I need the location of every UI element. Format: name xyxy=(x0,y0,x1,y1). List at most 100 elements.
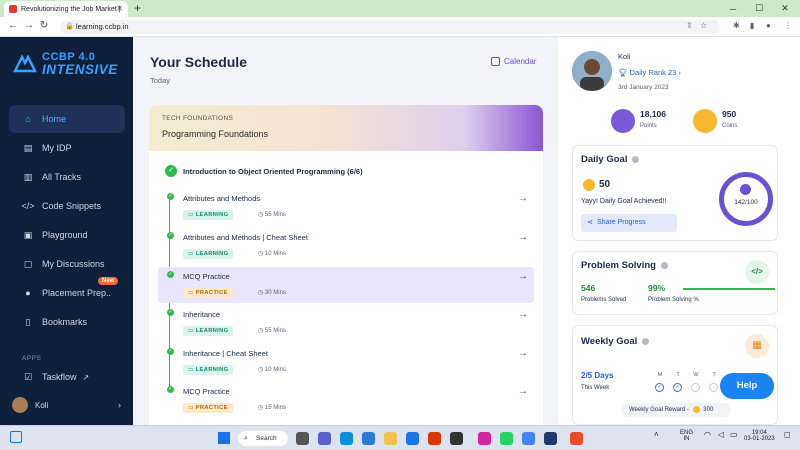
browser-tab[interactable]: Revolutionizing the Job Market | ✕ xyxy=(4,1,128,17)
windows-start-icon[interactable] xyxy=(218,432,230,444)
office-icon[interactable] xyxy=(428,432,441,445)
arrow-right-icon[interactable]: → xyxy=(518,232,528,243)
chat-app-icon[interactable] xyxy=(318,432,331,445)
new-tab-button[interactable]: + xyxy=(134,1,141,15)
sidebar-item-my-idp[interactable]: ▤ My IDP xyxy=(9,134,125,162)
file-explorer-icon[interactable] xyxy=(384,432,397,445)
clock[interactable]: 19:04 03-01-2023 xyxy=(744,430,775,442)
ccbp-logo[interactable]: CCBP 4.0 INTENSIVE xyxy=(12,49,127,79)
tab-close-icon[interactable]: ✕ xyxy=(116,4,123,13)
sidebar-item-home[interactable]: ⌂ Home xyxy=(9,105,125,133)
schedule-item[interactable]: ✓ MCQ Practice ▭ PRACTICE ◷ 15 Mins → xyxy=(158,382,534,418)
arrow-right-icon[interactable]: → xyxy=(518,348,528,359)
calendar-button[interactable]: Calendar xyxy=(491,57,536,66)
chevron-up-icon[interactable]: ˄ xyxy=(654,430,659,439)
chrome-icon[interactable] xyxy=(522,432,535,445)
sidebar-item-playground[interactable]: ▣ Playground xyxy=(9,221,125,249)
schedule-item[interactable]: ✓ MCQ Practice ▭ PRACTICE ◷ 30 Mins → xyxy=(158,267,534,303)
notifications-icon[interactable]: ◻ xyxy=(784,430,791,439)
item-complete-icon: ✓ xyxy=(167,386,174,393)
forward-button[interactable]: → xyxy=(24,20,34,31)
store-icon[interactable] xyxy=(362,432,375,445)
course-category: TECH FOUNDATIONS xyxy=(162,115,234,122)
schedule-item[interactable]: ✓ Attributes and Methods | Cheat Sheet ▭… xyxy=(158,228,534,264)
app-icon[interactable] xyxy=(570,432,583,445)
day-empty-icon xyxy=(691,383,700,392)
vscode-icon[interactable] xyxy=(544,432,557,445)
back-button[interactable]: ← xyxy=(8,20,18,31)
share-progress-button[interactable]: ⋖ Share Progress xyxy=(581,214,677,232)
arrow-right-icon[interactable]: → xyxy=(518,386,528,397)
sidebar-item-label: My IDP xyxy=(42,143,72,153)
sidebar-item-label: Playground xyxy=(42,230,88,240)
item-tag: ▭ LEARNING xyxy=(183,210,234,220)
daily-rank-link[interactable]: 🏆︎ Daily Rank 23 › xyxy=(618,68,681,77)
language-indicator[interactable]: ENG IN xyxy=(680,430,693,442)
url-input[interactable]: 🔒 learning.ccbp.in xyxy=(60,20,720,34)
item-complete-icon: ✓ xyxy=(167,193,174,200)
windows-taskbar: ⌕ Search ˄ ENG IN ◠ ◁ ▭ 19:04 03-01-2023… xyxy=(0,425,800,450)
code-icon: </> xyxy=(21,201,35,211)
item-tag: ▭ PRACTICE xyxy=(183,403,233,413)
lock-icon: 🔒 xyxy=(65,23,74,30)
schedule-item[interactable]: ✓ Attributes and Methods ▭ LEARNING ◷ 55… xyxy=(158,189,534,225)
new-badge: New xyxy=(98,277,119,285)
instagram-icon[interactable] xyxy=(478,432,491,445)
share-icon[interactable]: ⇪ xyxy=(686,21,693,30)
person-icon: ● xyxy=(25,288,31,298)
reload-button[interactable]: ↻ xyxy=(40,20,48,31)
sidebar-item-code-snippets[interactable]: </> Code Snippets xyxy=(9,192,125,220)
arrow-right-icon[interactable]: → xyxy=(518,193,528,204)
calendar-label: Calendar xyxy=(504,57,537,66)
dell-icon[interactable] xyxy=(450,432,463,445)
info-icon[interactable] xyxy=(632,155,640,163)
extensions-icon[interactable]: ✱ xyxy=(733,21,740,30)
volume-icon[interactable]: ◁ xyxy=(718,430,724,439)
whatsapp-icon[interactable] xyxy=(500,432,513,445)
coin-icon xyxy=(583,179,595,191)
item-tag: ▭ LEARNING xyxy=(183,365,234,375)
widgets-icon[interactable] xyxy=(10,431,22,443)
chevron-right-icon: › xyxy=(678,68,681,77)
sidebar-user[interactable]: Koli › xyxy=(9,394,125,416)
bookmark-star-icon[interactable]: ☆ xyxy=(700,21,707,30)
info-icon[interactable] xyxy=(660,261,668,269)
minimize-button[interactable]: ─ xyxy=(720,0,746,17)
mail-icon[interactable] xyxy=(406,432,419,445)
tab-title: Revolutionizing the Job Market | xyxy=(21,5,121,13)
sidebar-item-taskflow[interactable]: ☑ Taskflow ↗ xyxy=(9,363,125,391)
daily-goal-progress: 142/100 xyxy=(734,199,758,206)
maximize-button[interactable]: ☐ xyxy=(746,0,772,17)
sidebar-item-all-tracks[interactable]: ▥ All Tracks xyxy=(9,163,125,191)
task-view-icon[interactable] xyxy=(296,432,309,445)
arrow-right-icon[interactable]: → xyxy=(518,309,528,320)
arrow-right-icon[interactable]: → xyxy=(518,271,528,282)
close-window-button[interactable]: ✕ xyxy=(772,0,798,17)
help-button[interactable]: Help xyxy=(720,373,774,399)
item-complete-icon: ✓ xyxy=(167,232,174,239)
weekly-goal-title: Weekly Goal xyxy=(581,336,650,347)
avatar xyxy=(12,397,28,413)
item-title: Inheritance xyxy=(183,310,221,319)
day-empty-icon xyxy=(709,383,718,392)
sidebar-item-my-discussions[interactable]: ▢ My Discussions xyxy=(9,250,125,278)
info-icon[interactable] xyxy=(642,337,650,345)
site-favicon-icon xyxy=(9,5,17,13)
profile-avatar[interactable] xyxy=(572,51,612,91)
wifi-icon[interactable]: ◠ xyxy=(704,430,711,439)
day-label: T xyxy=(676,372,680,378)
schedule-item[interactable]: ✓ Inheritance | Cheat Sheet ▭ LEARNING ◷… xyxy=(158,344,534,380)
sidebar-item-bookmarks[interactable]: ▯ Bookmarks xyxy=(9,308,125,336)
schedule-item[interactable]: ✓ Inheritance ▭ LEARNING ◷ 55 Mins → xyxy=(158,305,534,341)
item-duration: ◷ 55 Mins xyxy=(258,212,286,218)
profile-icon[interactable]: ● xyxy=(766,21,771,30)
edge-icon[interactable] xyxy=(340,432,353,445)
daily-goal-value: 50 xyxy=(599,179,611,190)
problem-solving-title: Problem Solving xyxy=(581,260,668,271)
sidepanel-icon[interactable]: ▮ xyxy=(750,21,754,30)
section-title: Introduction to Object Oriented Programm… xyxy=(183,167,363,176)
battery-icon[interactable]: ▭ xyxy=(730,430,738,439)
ccbp-logo-icon xyxy=(12,54,38,73)
menu-icon[interactable]: ⋮ xyxy=(784,21,792,30)
taskbar-search[interactable]: ⌕ Search xyxy=(238,431,288,446)
